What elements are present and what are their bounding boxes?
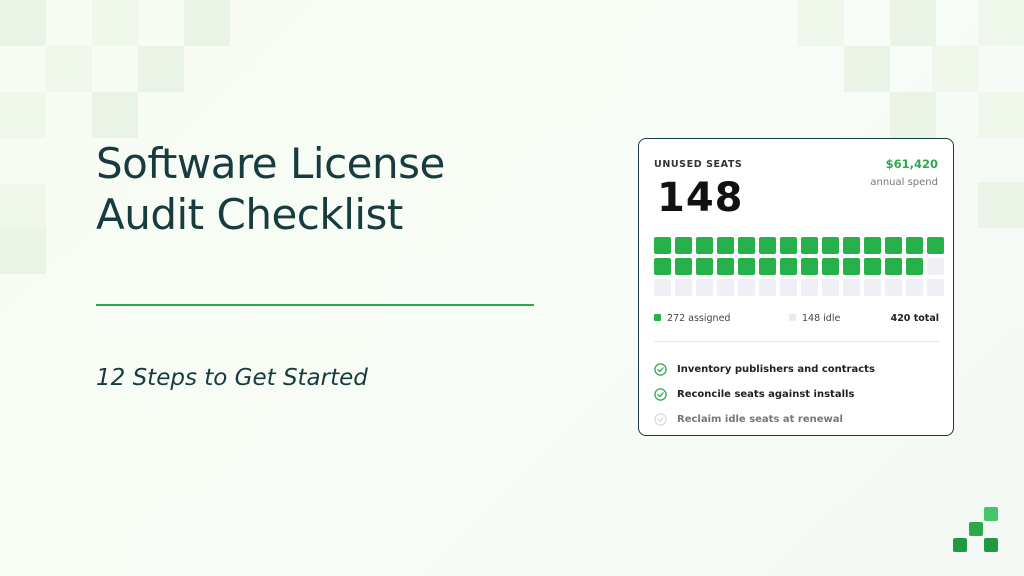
legend-assigned-label: 272 assigned — [667, 313, 731, 324]
assigned-swatch — [654, 314, 661, 321]
seat-cell-idle — [759, 279, 776, 296]
checklist-item: Reclaim idle seats at renewal — [654, 407, 875, 432]
seat-cell-idle — [654, 279, 671, 296]
seat-cell-assigned — [675, 258, 692, 275]
seat-cell-idle — [675, 279, 692, 296]
bg-square — [92, 0, 138, 46]
seat-cell-assigned — [654, 237, 671, 254]
seat-cell-assigned — [822, 237, 839, 254]
seat-cell-idle — [717, 279, 734, 296]
card-divider — [654, 341, 940, 342]
slide-title: Software License Audit Checklist — [96, 138, 445, 240]
checklist-item-label: Reconcile seats against installs — [677, 389, 855, 400]
bg-square — [890, 92, 936, 138]
bg-square — [0, 228, 46, 274]
checklist-item: Inventory publishers and contracts — [654, 357, 875, 382]
unused-seats-count: 148 — [657, 175, 744, 221]
bg-square — [844, 46, 890, 92]
seat-cell-assigned — [885, 237, 902, 254]
bg-square — [932, 46, 978, 92]
legend-idle: 148 idle — [789, 313, 840, 324]
seat-cell-idle — [822, 279, 839, 296]
seat-cell-idle — [696, 279, 713, 296]
unused-seats-card: UNUSED SEATS 148 $61,420 annual spend 27… — [638, 138, 954, 436]
seat-cell-idle — [738, 279, 755, 296]
bg-square — [138, 46, 184, 92]
seat-cell-idle — [927, 258, 944, 275]
checklist-item-label: Reclaim idle seats at renewal — [677, 414, 843, 425]
bg-square — [978, 182, 1024, 228]
bg-square — [0, 92, 46, 138]
check-circle-icon — [654, 363, 667, 376]
idle-swatch — [789, 314, 796, 321]
seat-cell-assigned — [696, 237, 713, 254]
pixel-logo-icon — [953, 507, 999, 553]
seat-cell-assigned — [885, 258, 902, 275]
seat-cell-assigned — [738, 237, 755, 254]
seat-cell-idle — [801, 279, 818, 296]
seat-cell-idle — [927, 279, 944, 296]
seat-cell-assigned — [864, 237, 881, 254]
checklist-item: Reconcile seats against installs — [654, 382, 875, 407]
bg-square — [184, 0, 230, 46]
seat-cell-assigned — [780, 237, 797, 254]
seat-cell-assigned — [780, 258, 797, 275]
legend-idle-label: 148 idle — [802, 313, 841, 324]
bg-square — [92, 92, 138, 138]
seat-cell-assigned — [801, 237, 818, 254]
seat-cell-assigned — [717, 258, 734, 275]
seat-legend: 272 assigned 148 idle 420 total — [654, 313, 939, 327]
seat-cell-assigned — [654, 258, 671, 275]
bg-square — [798, 0, 844, 46]
seat-cell-assigned — [927, 237, 944, 254]
seat-cell-assigned — [906, 237, 923, 254]
seat-cell-assigned — [696, 258, 713, 275]
checklist-item-label: Inventory publishers and contracts — [677, 364, 875, 375]
bg-square — [46, 46, 92, 92]
seat-cell-assigned — [759, 237, 776, 254]
seat-grid — [654, 237, 944, 296]
bg-square — [978, 92, 1024, 138]
legend-total: 420 total — [890, 313, 939, 324]
check-circle-outline-icon — [654, 413, 667, 426]
title-line-1: Software License — [96, 139, 445, 188]
seat-cell-assigned — [864, 258, 881, 275]
annual-spend-value: $61,420 — [885, 157, 938, 171]
seat-cell-idle — [843, 279, 860, 296]
seat-cell-assigned — [906, 258, 923, 275]
seat-cell-idle — [780, 279, 797, 296]
bg-square — [0, 184, 46, 230]
bg-square — [890, 0, 936, 46]
seat-cell-idle — [864, 279, 881, 296]
card-label: UNUSED SEATS — [654, 159, 743, 170]
legend-assigned: 272 assigned — [654, 313, 730, 324]
seat-cell-assigned — [801, 258, 818, 275]
seat-cell-assigned — [759, 258, 776, 275]
check-circle-icon — [654, 388, 667, 401]
title-line-2: Audit Checklist — [96, 190, 403, 239]
slide-subtitle: 12 Steps to Get Started — [96, 365, 368, 391]
seat-cell-assigned — [822, 258, 839, 275]
seat-cell-assigned — [738, 258, 755, 275]
title-divider — [96, 304, 534, 306]
bg-square — [0, 0, 46, 46]
seat-cell-assigned — [843, 258, 860, 275]
seat-cell-assigned — [717, 237, 734, 254]
bg-square — [978, 0, 1024, 46]
seat-cell-idle — [885, 279, 902, 296]
seat-cell-assigned — [675, 237, 692, 254]
seat-cell-idle — [906, 279, 923, 296]
seat-cell-assigned — [843, 237, 860, 254]
annual-spend-caption: annual spend — [870, 177, 938, 188]
checklist: Inventory publishers and contracts Recon… — [654, 357, 875, 432]
